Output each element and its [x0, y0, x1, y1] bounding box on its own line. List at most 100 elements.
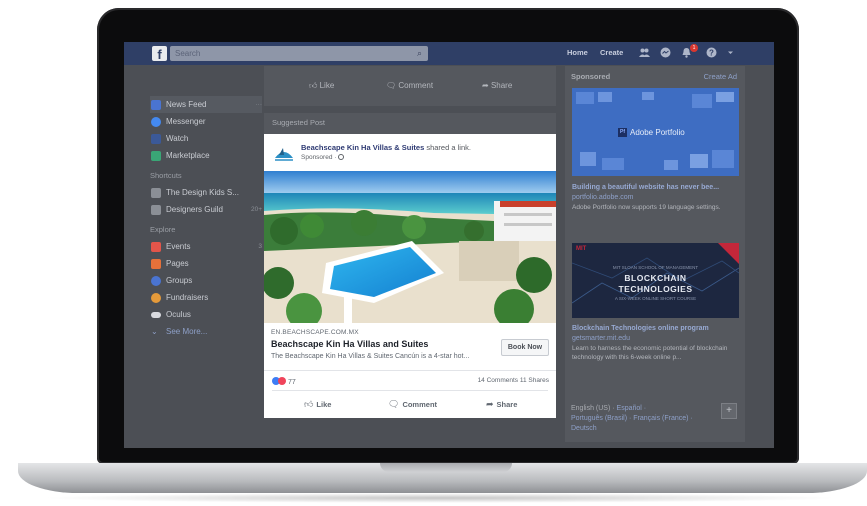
sidebar-item-label: Pages — [166, 259, 189, 268]
adobe-portfolio-ad-image[interactable]: Pf Adobe Portfolio — [572, 88, 739, 176]
sidebar-item-label: Fundraisers — [166, 293, 209, 302]
comment-icon: 🗨︎ — [386, 81, 399, 90]
sponsored-post: Beachscape Kin Ha Villas & Suites shared… — [264, 134, 556, 418]
see-more-link[interactable]: ⌄ See More... — [150, 323, 262, 340]
like-button[interactable]: 👍︎ Like — [309, 81, 334, 91]
add-language-button[interactable]: + — [721, 403, 737, 419]
sidebar-item-fundraisers[interactable]: Fundraisers — [150, 289, 262, 306]
laptop-notch — [380, 463, 512, 472]
divider — [264, 370, 556, 371]
sidebar-item-label: News Feed — [166, 100, 207, 109]
search-icon[interactable]: ⌕ — [417, 47, 422, 60]
comment-icon: 🗨︎ — [388, 399, 400, 409]
link-description: The Beachscape Kin Ha Villas & Suites Ca… — [271, 353, 470, 360]
chevron-down-icon: ⌄ — [151, 327, 158, 336]
help-icon[interactable]: ? — [706, 47, 717, 58]
post-author[interactable]: Beachscape Kin Ha Villas & Suites shared… — [301, 143, 471, 152]
ad-image-label: Adobe Portfolio — [630, 128, 685, 137]
link-title[interactable]: Beachscape Kin Ha Villas and Suites — [271, 339, 428, 349]
sidebar-item-oculus[interactable]: Oculus — [150, 306, 262, 323]
comment-button[interactable]: 🗨︎ Comment — [386, 81, 433, 90]
thumbs-up-icon: 👍︎ — [309, 81, 320, 90]
create-ad-link[interactable]: Create Ad — [704, 72, 737, 81]
link-domain: EN.BEACHSCAPE.COM.MX — [271, 329, 359, 336]
beachscape-logo-icon[interactable] — [273, 142, 295, 162]
search-placeholder: Search — [175, 49, 201, 58]
laptop-shadow — [40, 493, 840, 503]
group-icon — [151, 205, 161, 215]
home-link[interactable]: Home — [567, 48, 588, 57]
sidebar-item-design-kids[interactable]: The Design Kids S... — [150, 184, 262, 201]
ad-image-subtitle: A SIX-WEEK ONLINE SHORT COURSE — [614, 296, 697, 301]
more-options-icon[interactable]: ··· — [256, 96, 263, 113]
share-button[interactable]: ➦ Share — [486, 399, 517, 410]
ad-domain[interactable]: portfolio.adobe.com — [572, 194, 633, 201]
sidebar-item-label: Events — [166, 242, 191, 251]
ad-domain[interactable]: getsmarter.mit.edu — [572, 335, 630, 342]
sidebar-item-label: Oculus — [166, 310, 191, 319]
sidebar-item-label: Groups — [166, 276, 193, 285]
sidebar-item-events[interactable]: Events 3 — [150, 238, 262, 255]
sidebar-item-label: The Design Kids S... — [166, 188, 239, 197]
sidebar-item-marketplace[interactable]: Marketplace — [150, 147, 262, 164]
shortcuts-heading: Shortcuts — [150, 171, 182, 180]
ad-title[interactable]: Building a beautiful website has never b… — [572, 184, 719, 191]
see-more-label: See More... — [166, 327, 208, 336]
sidebar-item-label: Watch — [166, 134, 189, 143]
language-line: English (US) · Español · — [571, 405, 646, 412]
share-icon: ➦ — [486, 399, 494, 409]
dropdown-icon[interactable] — [725, 47, 736, 58]
sponsored-heading: Sponsored — [571, 72, 611, 81]
ad-description: Adobe Portfolio now supports 19 language… — [572, 204, 721, 211]
sponsored-label: Sponsored · — [301, 154, 345, 161]
group-icon — [151, 188, 161, 198]
globe-icon — [338, 154, 345, 160]
sidebar-item-news-feed[interactable]: News Feed ··· — [150, 96, 262, 113]
ad-image-title: TECHNOLOGIES — [618, 284, 693, 294]
ad-description: Learn to harness the economic potential … — [572, 345, 728, 361]
language-link[interactable]: Español · — [617, 405, 647, 412]
messenger-icon[interactable] — [660, 47, 671, 58]
facebook-topbar: f Search ⌕ Home Create 1 ? — [124, 42, 774, 65]
create-link[interactable]: Create — [600, 48, 623, 57]
sidebar-item-watch[interactable]: Watch — [150, 130, 262, 147]
suggested-post-header: Suggested Post — [264, 113, 556, 135]
right-sponsored-column: Sponsored Create Ad Pf Adobe Portfolio B… — [565, 66, 745, 414]
language-link[interactable]: Deutsch — [571, 425, 597, 432]
sidebar-item-count: 20+ — [250, 206, 262, 213]
thumbs-up-icon: 👍︎ — [304, 399, 314, 409]
share-button[interactable]: ➦ Share — [482, 81, 512, 90]
comment-button[interactable]: 🗨︎ Comment — [388, 399, 437, 410]
resort-photo[interactable] — [264, 171, 556, 323]
sidebar-item-pages[interactable]: Pages — [150, 255, 262, 272]
oculus-icon — [151, 312, 161, 318]
news-feed-icon — [151, 100, 161, 110]
marketplace-icon — [151, 151, 161, 161]
messenger-icon — [151, 117, 161, 127]
sidebar-item-designers-guild[interactable]: Designers Guild 20+ — [150, 201, 262, 218]
divider — [272, 390, 548, 391]
reaction-summary[interactable]: 77 — [272, 377, 296, 386]
engagement-counts: 14 Comments 11 Shares — [478, 377, 549, 384]
sidebar-item-label: Marketplace — [166, 151, 210, 160]
friends-icon[interactable] — [639, 47, 650, 58]
facebook-logo-icon[interactable]: f — [152, 46, 167, 62]
left-sidebar: News Feed ··· Messenger Watch Marketplac… — [150, 96, 262, 340]
ad-image-subtitle: MIT SLOAN SCHOOL OF MANAGEMENT — [612, 265, 699, 270]
previous-post-card: 👍︎ Like 🗨︎ Comment ➦ Share — [264, 66, 556, 106]
ad-title[interactable]: Blockchain Technologies online program — [572, 325, 709, 332]
shares-count[interactable]: 11 Shares — [520, 377, 549, 384]
sidebar-item-messenger[interactable]: Messenger — [150, 113, 262, 130]
comments-count[interactable]: 14 Comments — [478, 377, 518, 384]
blockchain-ad-image[interactable]: MIT MIT SLOAN SCHOOL OF MANAGEMENT BLOCK… — [572, 243, 739, 318]
like-button[interactable]: 👍︎ Like — [304, 399, 331, 410]
groups-icon — [151, 276, 161, 286]
sidebar-item-groups[interactable]: Groups — [150, 272, 262, 289]
search-input[interactable]: Search ⌕ — [170, 46, 428, 61]
pages-icon — [151, 259, 161, 269]
sidebar-item-label: Designers Guild — [166, 205, 223, 214]
mit-logo-icon: MIT — [576, 246, 587, 252]
language-link[interactable]: Português (Brasil) · Français (France) · — [571, 415, 693, 422]
book-now-button[interactable]: Book Now — [501, 339, 549, 356]
explore-heading: Explore — [150, 225, 176, 234]
